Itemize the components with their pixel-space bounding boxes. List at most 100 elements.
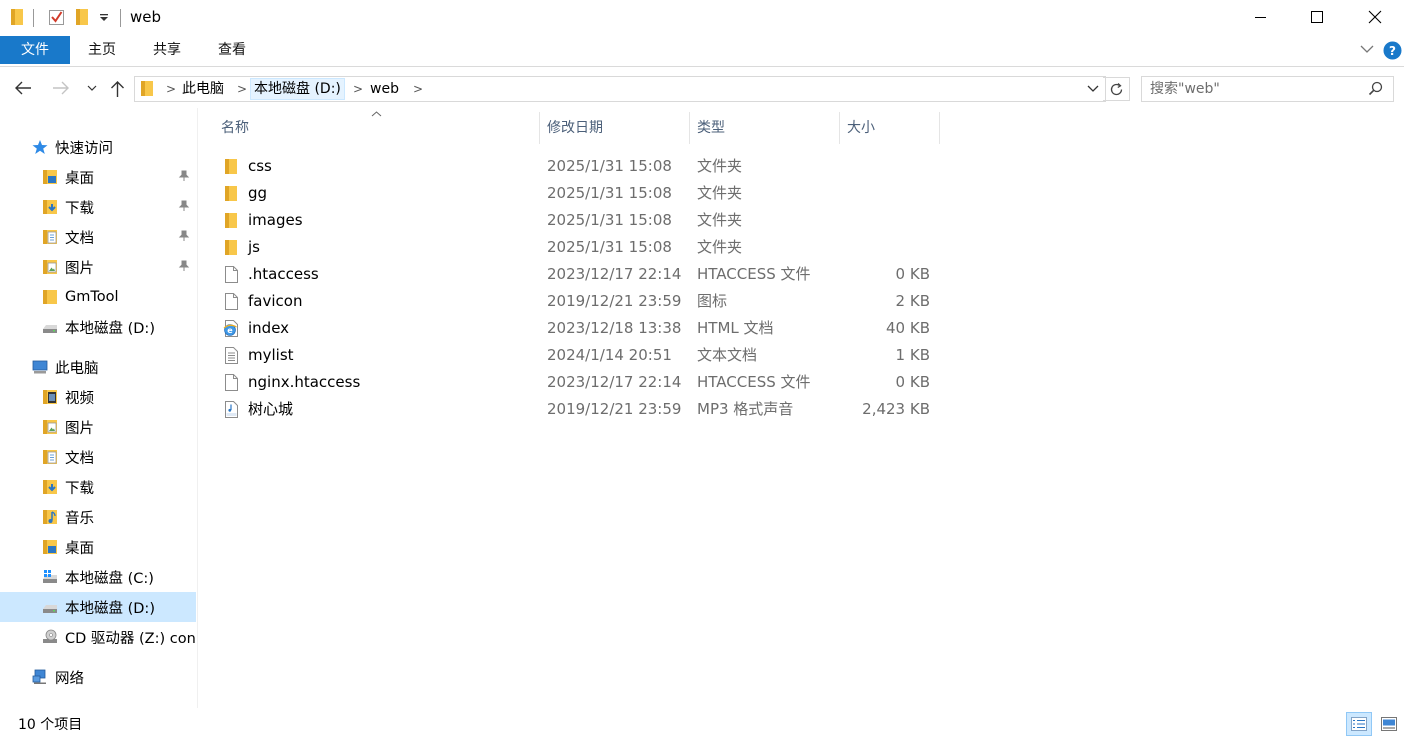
network-icon — [32, 669, 46, 684]
sidebar-item-label: 图片 — [65, 260, 94, 277]
sidebar-item-drive-d[interactable]: 本地磁盘 (D:) — [0, 592, 196, 622]
pane-divider[interactable] — [197, 108, 198, 708]
sidebar-item-downloads-pc[interactable]: 下载 — [0, 472, 196, 502]
close-button[interactable] — [1352, 0, 1398, 34]
search-input[interactable] — [1150, 79, 1360, 99]
sidebar-item-desktop[interactable]: 桌面 — [0, 162, 196, 192]
breadcrumb-separator[interactable]: > — [353, 79, 363, 99]
sidebar-item-label: 下载 — [65, 200, 94, 217]
help-icon[interactable]: ? — [1383, 41, 1402, 60]
details-view-icon — [1351, 717, 1367, 731]
windows-drive-icon — [43, 570, 57, 583]
text-file-icon — [225, 347, 238, 364]
forward-arrow-icon — [53, 81, 69, 95]
file-name: favicon — [248, 292, 303, 310]
file-row[interactable]: 树心城 2019/12/21 23:59 MP3 格式声音 2,423 KB — [219, 396, 939, 423]
documents-folder-icon — [43, 450, 57, 464]
window-title: web — [130, 8, 162, 26]
sidebar-item-pictures-pc[interactable]: 图片 — [0, 412, 196, 442]
file-name: 树心城 — [248, 400, 294, 418]
file-size: 40 KB — [886, 319, 930, 337]
breadcrumb-separator[interactable]: > — [413, 79, 423, 99]
column-header-date[interactable]: 修改日期 — [540, 110, 689, 146]
sidebar-item-label: 下载 — [65, 480, 94, 497]
breadcrumb-separator[interactable]: > — [166, 79, 176, 99]
maximize-icon — [1311, 11, 1323, 23]
sidebar-item-videos[interactable]: 视频 — [0, 382, 196, 412]
file-type: MP3 格式声音 — [697, 400, 794, 418]
customize-toolbar-icon[interactable] — [99, 13, 109, 23]
breadcrumb-web[interactable]: web — [370, 79, 399, 99]
breadcrumb-separator[interactable]: > — [237, 79, 247, 99]
file-date: 2025/1/31 15:08 — [547, 157, 672, 175]
column-header-name[interactable]: 名称 — [214, 110, 539, 146]
pin-icon[interactable] — [178, 170, 190, 182]
search-icon[interactable] — [1368, 81, 1383, 96]
file-icon — [225, 374, 238, 391]
pictures-folder-icon — [43, 260, 57, 274]
download-folder-icon — [43, 200, 57, 214]
drive-icon — [43, 325, 57, 333]
column-header-type[interactable]: 类型 — [690, 110, 839, 146]
sidebar-item-quick-access[interactable]: 快速访问 — [0, 132, 196, 162]
file-row[interactable]: mylist 2024/1/14 20:51 文本文档 1 KB — [219, 342, 939, 369]
back-button[interactable] — [14, 81, 32, 95]
pin-icon[interactable] — [178, 200, 190, 212]
folder-icon — [43, 290, 57, 304]
file-name: js — [248, 238, 260, 256]
recent-locations-button[interactable] — [87, 85, 97, 92]
minimize-button[interactable] — [1238, 0, 1284, 34]
sidebar-item-this-pc[interactable]: 此电脑 — [0, 352, 196, 382]
details-view-button[interactable] — [1346, 712, 1372, 736]
forward-button[interactable] — [52, 81, 70, 95]
svg-text:?: ? — [1389, 44, 1396, 58]
sidebar-item-network[interactable]: 网络 — [0, 662, 196, 692]
column-header-size[interactable]: 大小 — [840, 110, 939, 146]
sidebar-item-label: 音乐 — [65, 510, 94, 527]
sidebar-item-music[interactable]: 音乐 — [0, 502, 196, 532]
mp3-file-icon — [225, 401, 238, 418]
up-button[interactable] — [110, 80, 125, 98]
file-row[interactable]: css 2025/1/31 15:08 文件夹 — [219, 153, 939, 180]
minimize-icon — [1255, 17, 1266, 18]
large-icons-view-button[interactable] — [1376, 712, 1402, 736]
pin-icon[interactable] — [178, 260, 190, 272]
file-name: index — [248, 319, 290, 337]
refresh-button[interactable] — [1103, 77, 1130, 101]
expand-ribbon-icon[interactable] — [1360, 45, 1374, 54]
cd-drive-icon — [43, 629, 57, 643]
maximize-button[interactable] — [1294, 0, 1340, 34]
sidebar-item-documents-pc[interactable]: 文档 — [0, 442, 196, 472]
tab-view[interactable]: 查看 — [208, 36, 256, 64]
breadcrumb-drive-d[interactable]: 本地磁盘 (D:) — [250, 78, 345, 100]
sidebar-item-drive-c[interactable]: 本地磁盘 (C:) — [0, 562, 196, 592]
tab-home[interactable]: 主页 — [78, 36, 126, 64]
file-icon — [225, 293, 238, 310]
file-type: 文件夹 — [697, 157, 743, 175]
tab-file[interactable]: 文件 — [0, 36, 70, 64]
properties-icon[interactable] — [48, 8, 65, 26]
file-row[interactable]: e index 2023/12/18 13:38 HTML 文档 40 KB — [219, 315, 939, 342]
sidebar-item-cd-drive[interactable]: CD 驱动器 (Z:) con — [0, 622, 196, 652]
file-row[interactable]: images 2025/1/31 15:08 文件夹 — [219, 207, 939, 234]
sidebar-item-desktop-pc[interactable]: 桌面 — [0, 532, 196, 562]
new-folder-icon[interactable] — [75, 8, 89, 26]
file-type: 图标 — [697, 292, 728, 310]
sidebar-item-downloads[interactable]: 下载 — [0, 192, 196, 222]
address-dropdown-button[interactable] — [1087, 85, 1099, 93]
file-row[interactable]: favicon 2019/12/21 23:59 图标 2 KB — [219, 288, 939, 315]
sidebar-item-drive-d-quick[interactable]: 本地磁盘 (D:) — [0, 312, 196, 342]
column-divider[interactable] — [939, 112, 940, 144]
file-row[interactable]: .htaccess 2023/12/17 22:14 HTACCESS 文件 0… — [219, 261, 939, 288]
address-bar[interactable]: > 此电脑 > 本地磁盘 (D:) > web > — [134, 76, 1106, 102]
breadcrumb-this-pc[interactable]: 此电脑 — [182, 79, 224, 99]
file-row[interactable]: nginx.htaccess 2023/12/17 22:14 HTACCESS… — [219, 369, 939, 396]
file-row[interactable]: js 2025/1/31 15:08 文件夹 — [219, 234, 939, 261]
tab-share[interactable]: 共享 — [143, 36, 191, 64]
sidebar-item-documents[interactable]: 文档 — [0, 222, 196, 252]
file-row[interactable]: gg 2025/1/31 15:08 文件夹 — [219, 180, 939, 207]
pin-icon[interactable] — [178, 230, 190, 242]
file-size: 0 KB — [895, 265, 930, 283]
sidebar-item-pictures[interactable]: 图片 — [0, 252, 196, 282]
sidebar-item-gmtool[interactable]: GmTool — [0, 282, 196, 312]
